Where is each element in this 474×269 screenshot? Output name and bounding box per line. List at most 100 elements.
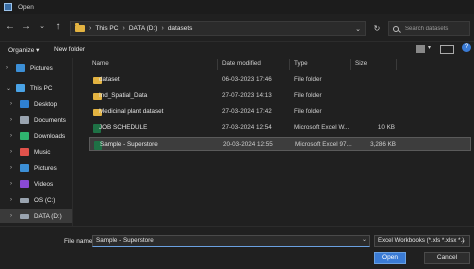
expand-chevron-icon[interactable]: › <box>6 65 14 71</box>
column-divider[interactable] <box>217 59 218 70</box>
file-row-selected[interactable]: Sample - Superstore 20-03-2024 12:55 Mic… <box>89 137 471 151</box>
sidebar-item-label: Pictures <box>30 64 53 72</box>
breadcrumb-separator-icon: › <box>89 25 92 32</box>
expand-chevron-icon[interactable]: › <box>10 181 18 187</box>
search-icon <box>393 25 399 32</box>
file-date: 27-03-2024 12:54 <box>222 124 272 131</box>
file-size: 3,286 KB <box>370 141 396 148</box>
title-bar: Open <box>0 0 474 14</box>
file-type: File folder <box>294 76 322 83</box>
file-name-field[interactable]: Sample - Superstore <box>92 235 370 247</box>
file-date: 20-03-2024 12:55 <box>223 141 273 148</box>
expand-chevron-icon[interactable]: › <box>10 133 18 139</box>
expand-chevron-icon[interactable]: › <box>10 101 18 107</box>
file-date: 27-07-2023 14:13 <box>222 92 272 99</box>
file-name: Medicinal plant dataset <box>99 108 164 115</box>
drive-icon <box>20 197 29 203</box>
file-row[interactable]: Medicinal plant dataset 27-03-2024 17:42… <box>89 105 471 119</box>
file-row[interactable]: Ind_Spatial_Data 27-07-2023 14:13 File f… <box>89 89 471 103</box>
column-header-date-modified[interactable]: Date modified <box>222 58 261 70</box>
window-title: Open <box>18 3 34 11</box>
open-button[interactable]: Open <box>374 252 406 264</box>
search-input[interactable] <box>405 25 465 32</box>
expand-chevron-icon[interactable]: › <box>10 213 18 219</box>
sidebar-item-label: Documents <box>34 116 66 124</box>
up-arrow-icon[interactable]: ↑ <box>52 21 64 33</box>
file-date: 06-03-2023 17:46 <box>222 76 272 83</box>
file-type: Microsoft Excel 97... <box>295 141 352 148</box>
breadcrumb-data-drive[interactable]: DATA (D:) <box>129 25 158 32</box>
file-list: Name Date modified Type Size dataset 06-… <box>84 58 474 226</box>
file-name: Ind_Spatial_Data <box>99 92 148 99</box>
forward-arrow-icon[interactable]: → <box>20 21 32 33</box>
column-divider[interactable] <box>396 59 397 70</box>
sidebar-item-this-pc[interactable]: ⌄ This PC <box>0 81 72 95</box>
address-bar[interactable]: › This PC › DATA (D:) › datasets ⌄ <box>70 21 366 36</box>
file-row[interactable]: dataset 06-03-2023 17:46 File folder <box>89 73 471 87</box>
expand-chevron-icon[interactable]: › <box>10 197 18 203</box>
documents-icon <box>20 116 29 124</box>
file-date: 27-03-2024 17:42 <box>222 108 272 115</box>
expand-chevron-icon[interactable]: › <box>10 149 18 155</box>
search-box[interactable] <box>388 21 470 36</box>
sidebar-item-label: Videos <box>34 180 54 188</box>
sidebar-item-label: Pictures <box>34 164 57 172</box>
expand-chevron-icon[interactable]: › <box>10 165 18 171</box>
sidebar-item-label: Music <box>34 148 51 156</box>
recent-locations-chevron-icon[interactable]: ⌄ <box>36 21 48 33</box>
column-header-name[interactable]: Name <box>92 58 109 70</box>
view-dropdown-icon[interactable]: ▾ <box>428 44 431 51</box>
sidebar-item-desktop[interactable]: › Desktop <box>0 97 72 111</box>
dialog-footer: File name: Sample - Superstore ⌄ Excel W… <box>0 226 474 269</box>
navigation-bar: ← → ⌄ ↑ › This PC › DATA (D:) › datasets… <box>0 14 474 40</box>
sidebar-item-data-d[interactable]: › DATA (D:) <box>0 209 72 223</box>
sidebar-item-videos[interactable]: › Videos <box>0 177 72 191</box>
view-icon[interactable] <box>416 45 425 53</box>
column-divider[interactable] <box>289 59 290 70</box>
preview-pane-icon[interactable] <box>440 45 454 54</box>
sidebar-item-label: DATA (D:) <box>34 212 62 220</box>
videos-icon <box>20 180 29 188</box>
column-header-type[interactable]: Type <box>294 58 308 70</box>
sidebar-item-label: Desktop <box>34 100 58 108</box>
sidebar-item-pictures-quick[interactable]: › Pictures <box>0 61 72 75</box>
file-type: File folder <box>294 108 322 115</box>
sidebar-item-os-c[interactable]: › OS (C:) <box>0 193 72 207</box>
pc-icon <box>16 84 25 92</box>
music-icon <box>20 148 29 156</box>
new-folder-button[interactable]: New folder <box>54 46 85 53</box>
refresh-icon[interactable]: ↻ <box>370 21 384 36</box>
sidebar-item-pictures[interactable]: › Pictures <box>0 161 72 175</box>
column-header-size[interactable]: Size <box>355 58 367 70</box>
column-divider[interactable] <box>350 59 351 70</box>
expand-chevron-icon[interactable]: › <box>10 117 18 123</box>
file-type-select[interactable]: Excel Workbooks (*.xls *.xlsx *.) ⌄ <box>374 235 470 247</box>
cancel-button[interactable]: Cancel <box>424 252 470 264</box>
navigation-pane: › Pictures ⌄ This PC › Desktop › Documen… <box>0 58 73 226</box>
help-icon[interactable]: ? <box>462 43 471 52</box>
breadcrumb-this-pc[interactable]: This PC <box>95 25 118 32</box>
sidebar-item-documents[interactable]: › Documents <box>0 113 72 127</box>
collapse-chevron-icon[interactable]: ⌄ <box>6 85 14 92</box>
address-dropdown-icon[interactable]: ⌄ <box>355 25 361 33</box>
breadcrumb-datasets[interactable]: datasets <box>168 25 193 32</box>
file-row[interactable]: JOB SCHEDULE 27-03-2024 12:54 Microsoft … <box>89 121 471 135</box>
sidebar-item-label: Downloads <box>34 132 66 140</box>
pictures-icon <box>16 64 25 72</box>
command-bar: Organize ▾ New folder ▾ ? <box>0 41 474 58</box>
back-arrow-icon[interactable]: ← <box>4 21 16 33</box>
file-type-value: Excel Workbooks (*.xls *.xlsx *.) <box>378 237 465 244</box>
file-type: File folder <box>294 92 322 99</box>
sidebar-item-label: This PC <box>30 84 53 92</box>
file-name: Sample - Superstore <box>100 141 158 148</box>
breadcrumb-separator-icon: › <box>122 25 125 32</box>
pictures-icon <box>20 164 29 172</box>
sidebar-item-music[interactable]: › Music <box>0 145 72 159</box>
file-size: 10 KB <box>377 124 395 131</box>
organize-button[interactable]: Organize ▾ <box>8 46 39 54</box>
sidebar-item-downloads[interactable]: › Downloads <box>0 129 72 143</box>
file-type: Microsoft Excel W... <box>294 124 350 131</box>
drive-icon <box>20 213 29 219</box>
file-name-dropdown-icon[interactable]: ⌄ <box>362 236 367 243</box>
app-icon <box>4 3 12 11</box>
